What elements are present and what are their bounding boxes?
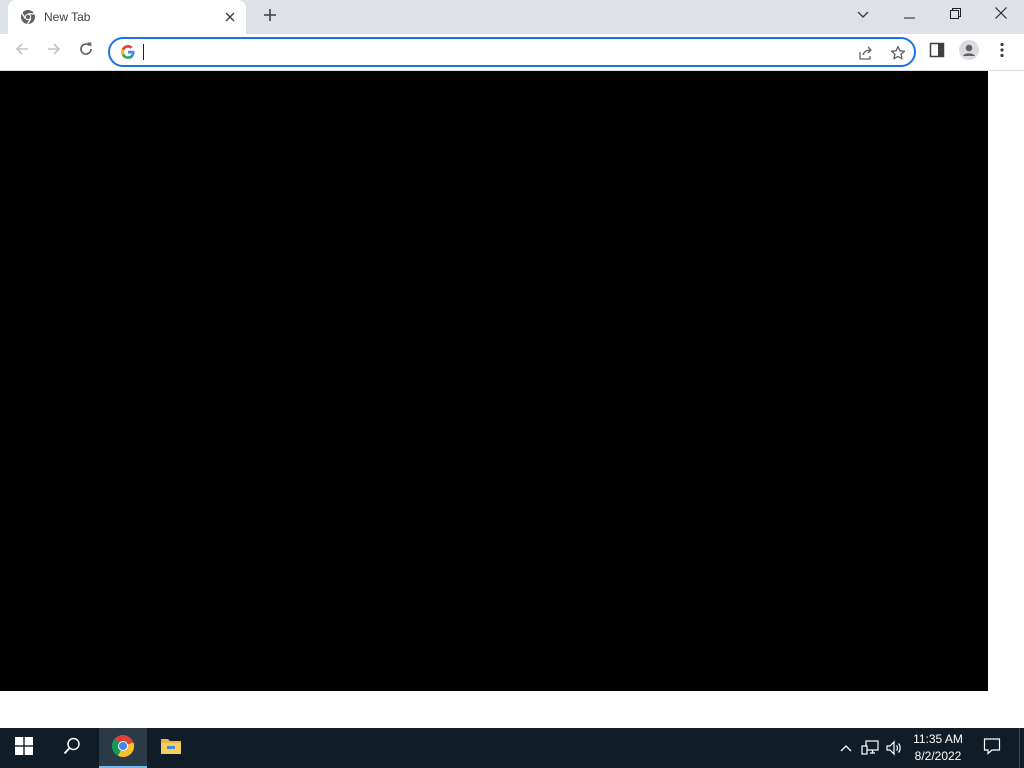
forward-button[interactable]: [40, 37, 68, 65]
show-desktop-button[interactable]: [1019, 728, 1024, 768]
desktop-screen: New Tab 11:35 AM 8/2/2022: [0, 0, 1024, 768]
google-g-icon: [120, 44, 136, 60]
tab-title: New Tab: [44, 10, 91, 24]
omnibox-input[interactable]: [142, 42, 842, 62]
system-clock[interactable]: 11:35 AM 8/2/2022: [906, 731, 970, 765]
restore-button[interactable]: [932, 0, 978, 30]
reload-button[interactable]: [72, 37, 100, 65]
new-tab-button[interactable]: [258, 5, 282, 29]
profile-button[interactable]: [956, 38, 982, 66]
taskbar-file-explorer[interactable]: [147, 728, 195, 768]
profile-icon: [959, 39, 979, 65]
start-button[interactable]: [0, 728, 48, 768]
chevron-up-icon[interactable]: [836, 738, 856, 758]
network-icon[interactable]: [860, 738, 880, 758]
forward-arrow-icon: [46, 41, 62, 62]
close-icon[interactable]: [222, 9, 238, 25]
search-icon: [63, 737, 81, 760]
clock-date: 8/2/2022: [914, 749, 962, 763]
restore-icon: [949, 6, 961, 24]
volume-icon[interactable]: [884, 738, 904, 758]
chevron-down-icon: [857, 6, 869, 24]
clock-time: 11:35 AM: [913, 732, 963, 746]
kebab-menu-icon: [1000, 42, 1004, 63]
chrome-icon: [20, 9, 36, 25]
notification-icon: [983, 737, 1001, 760]
star-icon[interactable]: [886, 41, 910, 65]
browser-toolbar: [0, 34, 1024, 71]
address-bar[interactable]: [108, 37, 916, 67]
back-button[interactable]: [8, 37, 36, 65]
back-arrow-icon: [14, 41, 30, 62]
action-center-button[interactable]: [980, 736, 1004, 760]
windows-start-icon: [15, 736, 33, 760]
side-panel-button[interactable]: [924, 38, 950, 66]
close-icon: [995, 6, 1007, 24]
plus-icon: [263, 8, 277, 27]
page-content: [0, 71, 1024, 728]
reload-icon: [78, 41, 94, 62]
windows-taskbar: 11:35 AM 8/2/2022: [0, 728, 1024, 768]
close-window-button[interactable]: [978, 0, 1024, 30]
minimize-icon: [903, 6, 915, 24]
share-icon[interactable]: [854, 41, 878, 65]
browser-tabstrip: New Tab: [0, 0, 1024, 34]
folder-icon: [160, 737, 182, 760]
tab-search-button[interactable]: [840, 0, 886, 30]
taskbar-chrome[interactable]: [99, 728, 147, 768]
black-content-area: [0, 71, 988, 691]
browser-menu-button[interactable]: [989, 38, 1015, 66]
taskbar-search-button[interactable]: [48, 728, 96, 768]
minimize-button[interactable]: [886, 0, 932, 30]
side-panel-icon: [929, 42, 945, 63]
chrome-icon: [111, 734, 135, 763]
tab-new-tab[interactable]: New Tab: [8, 0, 246, 34]
text-caret: [143, 44, 144, 60]
